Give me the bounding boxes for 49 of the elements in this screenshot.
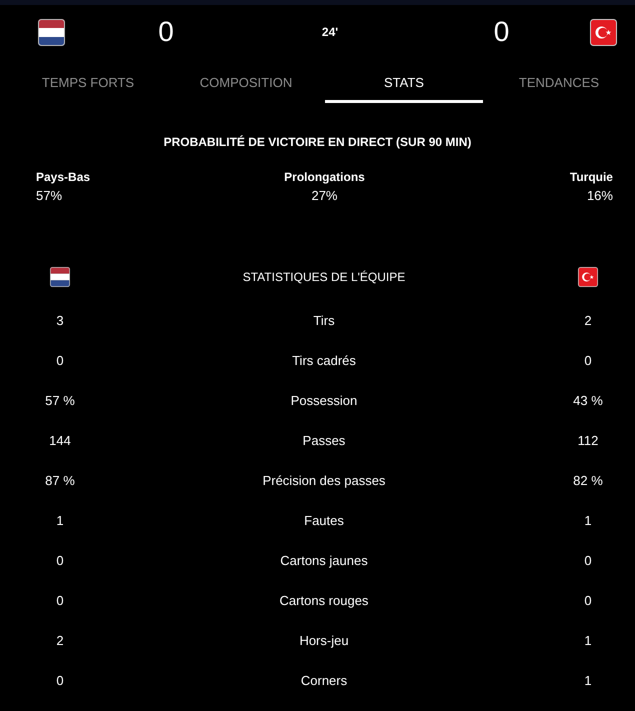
home-stat-value: 57 %: [45, 392, 75, 410]
stat-label: Corners: [300, 672, 348, 690]
away-stat-value: 2: [584, 312, 592, 330]
stat-label: Cartons rouges: [280, 592, 368, 610]
match-minute: 24': [322, 24, 338, 41]
away-score: 0: [494, 18, 510, 46]
home-stat-value: 144: [49, 432, 71, 450]
away-stat-value: 0: [584, 592, 592, 610]
stat-label: Fautes: [304, 512, 344, 530]
striped-flag-icon: [38, 18, 64, 46]
home-stat-value: 87 %: [45, 472, 75, 490]
home-stat-value: 0: [56, 672, 64, 690]
stat-label: Tirs cadrés: [292, 352, 356, 370]
home-stat-value: 1: [56, 512, 64, 530]
away-stat-value: 1: [584, 632, 592, 650]
away-stat-value: 1: [584, 672, 592, 690]
away-stat-value: 82 %: [573, 472, 603, 490]
tab[interactable]: TEMPS FORTS: [9, 65, 167, 103]
tab[interactable]: STATS: [325, 65, 483, 103]
home-stat-value: 0: [56, 592, 64, 610]
stat-label: Passes: [302, 432, 346, 450]
outcome-label: Turquie: [570, 169, 613, 185]
stat-label: Cartons jaunes: [280, 552, 368, 570]
home-score: 0: [158, 18, 174, 46]
striped-flag-icon: [50, 267, 70, 287]
away-stat-value: 43 %: [573, 392, 603, 410]
outcome-percentage: 27%: [311, 187, 338, 204]
home-stat-value: 3: [56, 312, 64, 330]
stat-label: Tirs: [313, 312, 335, 330]
home-stat-value: 2: [56, 632, 64, 650]
crescent-star-flag-icon: [578, 267, 598, 287]
stat-label: Possession: [290, 392, 358, 410]
stat-label: Précision des passes: [262, 472, 386, 490]
outcome-label: Pays-Bas: [36, 169, 90, 185]
away-stat-value: 112: [578, 432, 598, 450]
away-stat-value: 0: [584, 552, 592, 570]
section-title: STATISTIQUES DE L'ÉQUIPE: [242, 269, 406, 286]
home-stat-value: 0: [56, 352, 64, 370]
away-stat-value: 1: [584, 512, 592, 530]
crescent-star-flag-icon: [590, 18, 616, 46]
home-stat-value: 0: [56, 552, 64, 570]
tab[interactable]: COMPOSITION: [167, 65, 325, 103]
outcome-label: Prolongations: [284, 169, 365, 185]
outcome-percentage: 16%: [586, 187, 613, 204]
stat-label: Hors-jeu: [299, 632, 349, 650]
away-stat-value: 0: [584, 352, 592, 370]
section-title: PROBABILITÉ DE VICTOIRE EN DIRECT (SUR 90 MIN): [164, 134, 472, 151]
outcome-percentage: 57%: [36, 187, 62, 204]
tab[interactable]: TENDANCES: [483, 65, 635, 103]
